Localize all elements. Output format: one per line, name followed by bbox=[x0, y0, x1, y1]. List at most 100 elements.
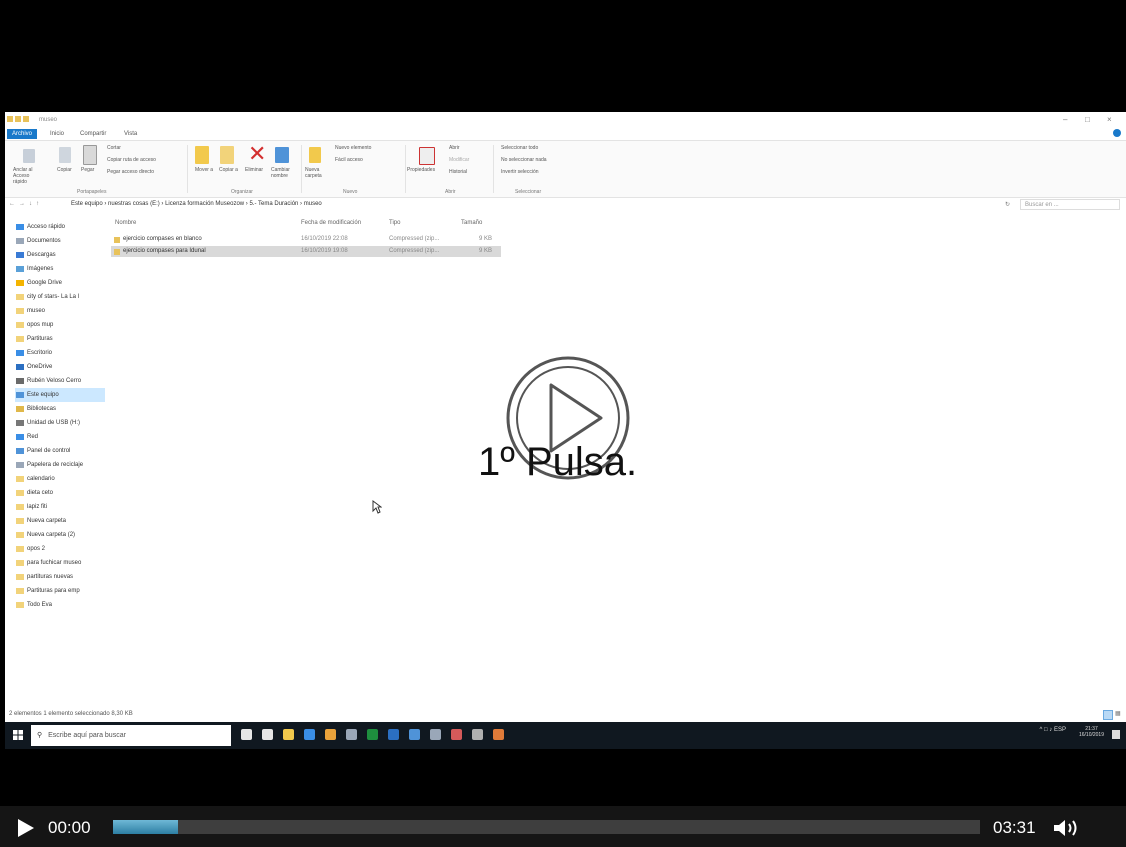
refresh-icon[interactable]: ↻ bbox=[1005, 201, 1010, 208]
select-none-button[interactable]: No seleccionar nada bbox=[501, 157, 547, 163]
notifications-icon[interactable] bbox=[1112, 730, 1120, 739]
breadcrumb-item[interactable]: 5.- Tema Duración bbox=[249, 201, 298, 207]
nav-item[interactable]: Escritorio bbox=[15, 346, 105, 360]
nav-item[interactable]: Unidad de USB (H:) bbox=[15, 416, 105, 430]
delete-icon[interactable]: ✕ bbox=[248, 143, 266, 165]
task-view-icon[interactable] bbox=[262, 729, 273, 740]
excel-icon[interactable] bbox=[367, 729, 378, 740]
system-tray[interactable]: ^ □ ♪ ESP bbox=[1040, 727, 1066, 733]
edit-button[interactable]: Modificar bbox=[449, 157, 469, 163]
nav-item[interactable]: Partituras para emp bbox=[15, 584, 105, 598]
breadcrumb[interactable]: Este equipo › nuestras cosas (E:) › Lice… bbox=[71, 199, 971, 210]
column-size[interactable]: Tamaño bbox=[461, 220, 482, 226]
nav-item[interactable]: Bibliotecas bbox=[15, 402, 105, 416]
nav-item[interactable]: city of stars- La La l bbox=[15, 290, 105, 304]
windows-start-icon[interactable] bbox=[13, 730, 23, 740]
paste-icon[interactable] bbox=[83, 145, 97, 165]
nav-item[interactable]: Nueva carpeta bbox=[15, 514, 105, 528]
nav-item[interactable]: Documentos bbox=[15, 234, 105, 248]
nav-item[interactable]: Partituras bbox=[15, 332, 105, 346]
breadcrumb-item[interactable]: museo bbox=[304, 201, 322, 207]
help-icon[interactable] bbox=[1113, 129, 1121, 137]
nav-item[interactable]: Panel de control bbox=[15, 444, 105, 458]
mail-icon[interactable] bbox=[409, 729, 420, 740]
nav-item[interactable]: Red bbox=[15, 430, 105, 444]
nav-item[interactable]: Este equipo bbox=[15, 388, 105, 402]
quick-access-toolbar[interactable] bbox=[7, 116, 33, 124]
copy-to-button[interactable]: Copiar a bbox=[219, 167, 238, 173]
store-icon[interactable] bbox=[430, 729, 441, 740]
close-icon[interactable]: × bbox=[1107, 115, 1112, 124]
nav-item[interactable]: Nueva carpeta (2) bbox=[15, 528, 105, 542]
minimize-icon[interactable]: – bbox=[1063, 115, 1067, 124]
nav-item[interactable]: Google Drive bbox=[15, 276, 105, 290]
nav-item[interactable]: Rubén Veloso Cerro bbox=[15, 374, 105, 388]
progress-bar[interactable] bbox=[113, 820, 980, 834]
tab-compartir[interactable]: Compartir bbox=[75, 129, 111, 139]
move-to-button[interactable]: Mover a bbox=[195, 167, 213, 173]
nav-arrows[interactable]: ←→↓↑ bbox=[9, 201, 43, 207]
nav-item[interactable]: Descargas bbox=[15, 248, 105, 262]
details-view-icon[interactable] bbox=[1103, 710, 1113, 720]
file-explorer-icon[interactable] bbox=[283, 729, 294, 740]
app-icon-2[interactable] bbox=[472, 729, 483, 740]
breadcrumb-item[interactable]: nuestras cosas (E:) bbox=[108, 201, 160, 207]
file-row[interactable]: ejercicio compases en blanco 16/10/2019 2… bbox=[111, 234, 501, 245]
nav-item[interactable]: OneDrive bbox=[15, 360, 105, 374]
tab-inicio[interactable]: Inicio bbox=[45, 129, 69, 139]
search-input[interactable]: Buscar en ... bbox=[1020, 199, 1120, 210]
calculator-icon[interactable] bbox=[346, 729, 357, 740]
app-icon[interactable] bbox=[451, 729, 462, 740]
nav-item[interactable]: partituras nuevas bbox=[15, 570, 105, 584]
nav-item[interactable]: para fuchicar museo bbox=[15, 556, 105, 570]
pin-icon[interactable] bbox=[23, 149, 35, 163]
pin-quick-access-button[interactable]: Anclar al Acceso rápido bbox=[13, 167, 43, 185]
nav-item[interactable]: calendario bbox=[15, 472, 105, 486]
properties-button[interactable]: Propiedades bbox=[407, 167, 435, 173]
breadcrumb-item[interactable]: Licenza formación Museozow bbox=[165, 201, 244, 207]
new-item-button[interactable]: Nuevo elemento bbox=[335, 145, 371, 151]
open-button[interactable]: Abrir bbox=[449, 145, 460, 151]
taskbar-clock[interactable]: 21:37 16/10/2019 bbox=[1079, 726, 1104, 738]
breadcrumb-item[interactable]: Este equipo bbox=[71, 201, 103, 207]
invert-selection-button[interactable]: Invertir selección bbox=[501, 169, 539, 175]
chrome-icon[interactable] bbox=[325, 729, 336, 740]
media-icon[interactable] bbox=[493, 729, 504, 740]
file-row[interactable]: ejercicio compases para Idunal 16/10/2019… bbox=[111, 246, 501, 257]
nav-item[interactable]: opos 2 bbox=[15, 542, 105, 556]
new-folder-button[interactable]: Nueva carpeta bbox=[305, 167, 331, 179]
copy-to-icon[interactable] bbox=[220, 146, 234, 164]
delete-button[interactable]: Eliminar bbox=[245, 167, 263, 173]
nav-item[interactable]: dieta ceto bbox=[15, 486, 105, 500]
nav-item[interactable]: lapiz fiti bbox=[15, 500, 105, 514]
paste-shortcut-button[interactable]: Pegar acceso directo bbox=[107, 169, 154, 175]
play-icon[interactable] bbox=[18, 819, 34, 837]
move-to-icon[interactable] bbox=[195, 146, 209, 164]
properties-icon[interactable] bbox=[419, 147, 435, 165]
history-button[interactable]: Historial bbox=[449, 169, 467, 175]
paste-button[interactable]: Pegar bbox=[81, 167, 94, 173]
column-type[interactable]: Tipo bbox=[389, 220, 400, 226]
nav-item[interactable]: opos mup bbox=[15, 318, 105, 332]
large-icons-view-icon[interactable]: ▦ bbox=[1115, 710, 1121, 717]
new-folder-icon[interactable] bbox=[309, 147, 321, 163]
volume-icon[interactable] bbox=[1052, 818, 1084, 838]
nav-item[interactable]: Acceso rápido bbox=[15, 220, 105, 234]
rename-button[interactable]: Cambiar nombre bbox=[271, 167, 299, 179]
edge-icon[interactable] bbox=[304, 729, 315, 740]
word-icon[interactable] bbox=[388, 729, 399, 740]
nav-item[interactable]: Imágenes bbox=[15, 262, 105, 276]
column-modified[interactable]: Fecha de modificación bbox=[301, 220, 361, 226]
maximize-icon[interactable]: □ bbox=[1085, 115, 1090, 124]
column-name[interactable]: Nombre bbox=[115, 220, 136, 226]
easy-access-button[interactable]: Fácil acceso bbox=[335, 157, 363, 163]
tab-archivo[interactable]: Archivo bbox=[7, 129, 38, 139]
nav-item[interactable]: Papelera de reciclaje bbox=[15, 458, 105, 472]
cortana-icon[interactable] bbox=[241, 729, 252, 740]
select-all-button[interactable]: Seleccionar todo bbox=[501, 145, 538, 151]
tab-vista[interactable]: Vista bbox=[119, 129, 142, 139]
taskbar-search-input[interactable]: ⚲ Escribe aquí para buscar bbox=[31, 725, 231, 746]
copy-path-button[interactable]: Copiar ruta de acceso bbox=[107, 157, 156, 163]
copy-button[interactable]: Copiar bbox=[57, 167, 72, 173]
language-indicator[interactable]: ESP bbox=[1054, 727, 1066, 733]
